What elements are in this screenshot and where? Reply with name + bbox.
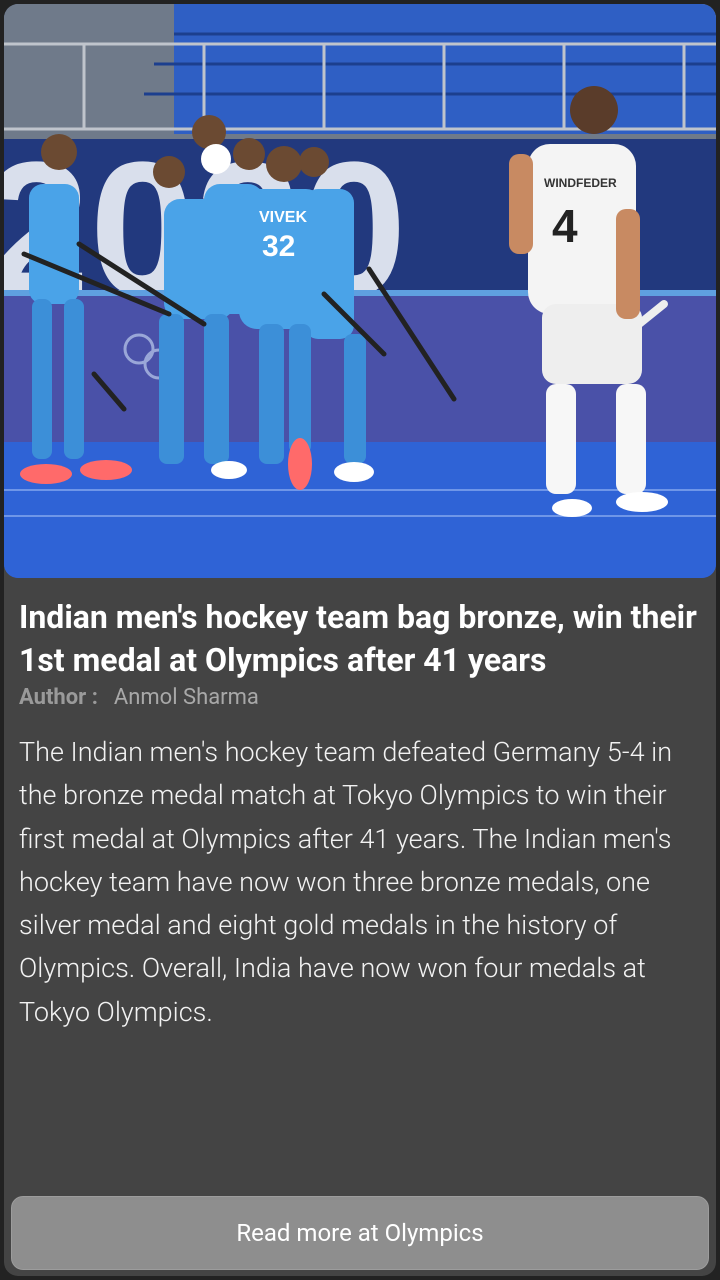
- article-headline: Indian men's hockey team bag bronze, win…: [19, 598, 697, 679]
- author-row: Author : Anmol Sharma: [19, 683, 259, 713]
- jersey-number-germany: 4: [552, 200, 578, 252]
- read-more-button[interactable]: Read more at Olympics: [11, 1196, 709, 1270]
- jersey-number-india: 32: [262, 230, 295, 263]
- author-label: Author :: [19, 685, 98, 710]
- news-card: 2020: [4, 4, 716, 1276]
- jersey-name-india: VIVEK: [259, 209, 307, 226]
- author-name: Anmol Sharma: [113, 685, 259, 710]
- hero-image: 2020: [4, 4, 716, 578]
- article-body: The Indian men's hockey team defeated Ge…: [19, 736, 673, 1028]
- jersey-name-germany: WINDFEDER: [544, 176, 617, 190]
